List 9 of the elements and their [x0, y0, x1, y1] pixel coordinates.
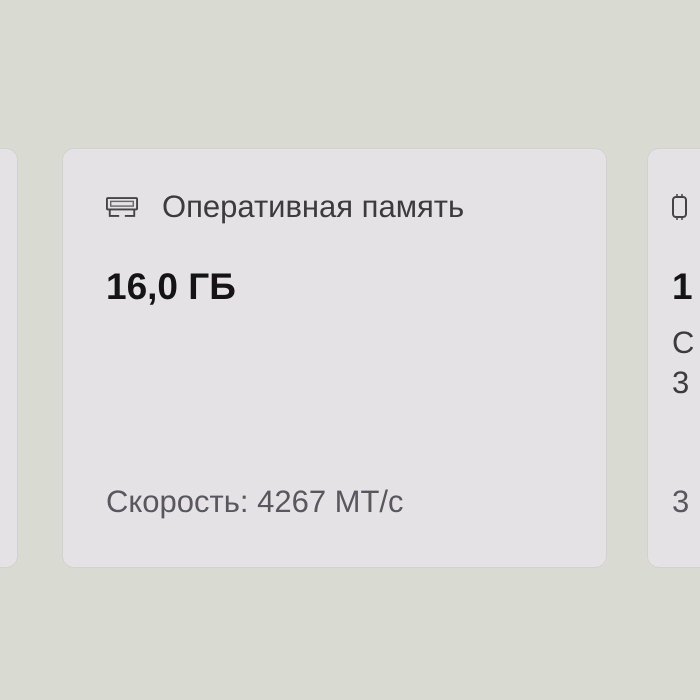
chip-icon — [672, 194, 687, 220]
memory-module-icon — [106, 196, 138, 218]
card-detail: С — [672, 325, 694, 361]
card-detail: 3 — [672, 365, 690, 401]
card-footer-text: 3 — [672, 484, 690, 520]
memory-size: 16,0 ГБ — [106, 265, 236, 309]
card-value: 1 — [672, 265, 693, 309]
card-title: Оперативная память — [162, 189, 464, 225]
memory-speed: Скорость: 4267 МТ/с — [106, 484, 404, 520]
